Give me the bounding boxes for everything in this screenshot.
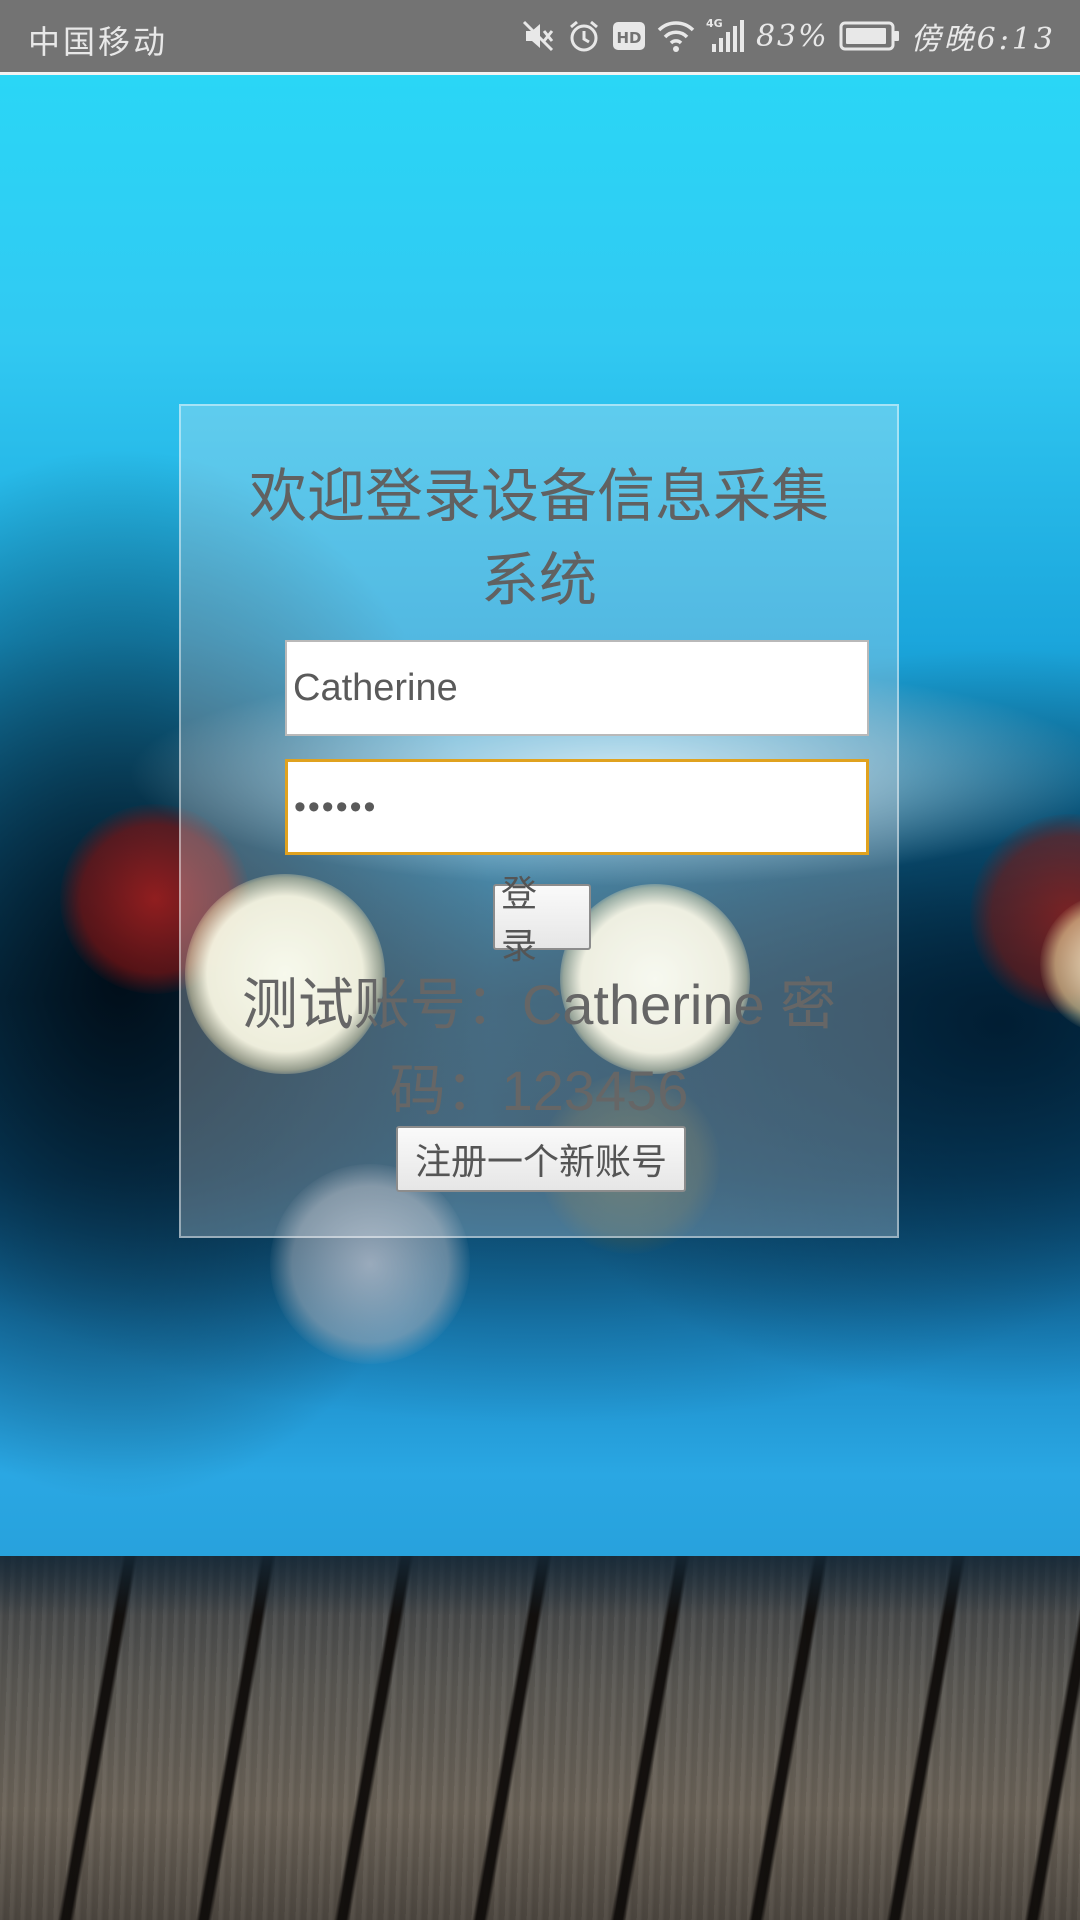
login-panel: 欢迎登录设备信息采集 系统 登 录 测试账号：Catherine 密 码：123…: [179, 404, 899, 1238]
login-button[interactable]: 登 录: [493, 874, 591, 967]
network-type-label: 4G: [706, 17, 723, 30]
title-line-2: 系统: [480, 546, 597, 614]
svg-text:HD: HD: [616, 29, 641, 47]
alarm-icon: [566, 18, 602, 54]
carrier-name: 中国移动: [28, 23, 169, 61]
username-input[interactable]: [285, 640, 869, 736]
clock: 傍晚6:13: [910, 22, 1056, 57]
wooden-floor: [0, 1556, 1080, 1920]
battery-percent: 83%: [755, 18, 829, 54]
wifi-icon: [656, 18, 696, 54]
hint-line-2: 码：123456: [389, 1059, 689, 1122]
hd-icon: HD: [612, 21, 646, 51]
hint-line-1: 测试账号：Catherine 密: [241, 973, 837, 1036]
test-account-hint: 测试账号：Catherine 密 码：123456: [181, 962, 897, 1134]
page-title: 欢迎登录设备信息采集 系统: [181, 454, 897, 622]
status-bar: 中国移动 HD 4G 83% 傍晚6:13: [0, 0, 1080, 75]
mute-icon: [520, 18, 556, 54]
title-line-1: 欢迎登录设备信息采集: [248, 462, 829, 530]
register-button[interactable]: 注册一个新账号: [396, 1126, 686, 1192]
password-input[interactable]: [285, 759, 869, 855]
cellular-signal-icon: 4G: [706, 16, 746, 56]
battery-icon: [839, 21, 901, 51]
status-icons: HD 4G 83% 傍晚6:13: [520, 14, 1056, 58]
